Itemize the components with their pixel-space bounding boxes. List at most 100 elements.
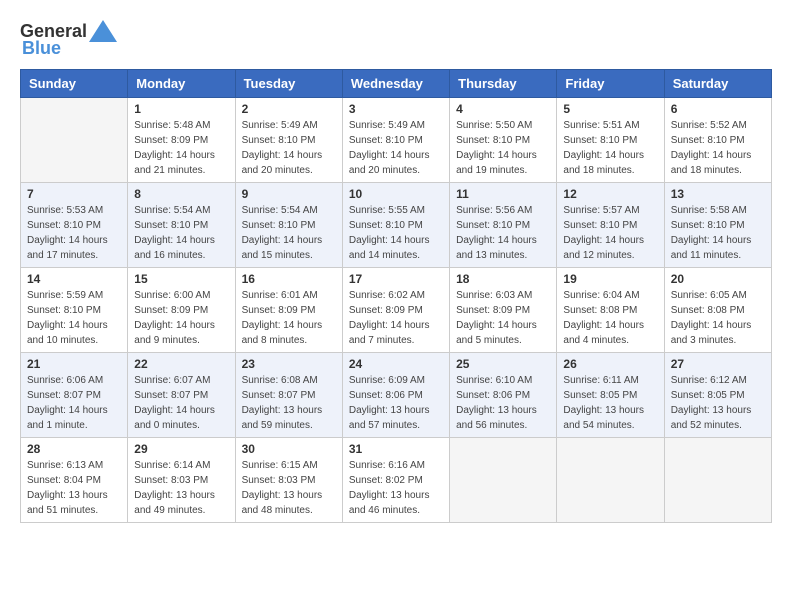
day-number: 18 [456, 272, 550, 286]
calendar-cell: 17Sunrise: 6:02 AM Sunset: 8:09 PM Dayli… [342, 268, 449, 353]
day-info: Sunrise: 6:04 AM Sunset: 8:08 PM Dayligh… [563, 288, 657, 348]
day-info: Sunrise: 5:48 AM Sunset: 8:09 PM Dayligh… [134, 118, 228, 178]
day-info: Sunrise: 6:03 AM Sunset: 8:09 PM Dayligh… [456, 288, 550, 348]
calendar-cell: 29 Sunrise: 6:14 AM Sunset: 8:03 PM Dayli… [128, 438, 235, 523]
calendar-cell [557, 438, 664, 523]
day-number: 5 [563, 102, 657, 116]
calendar-cell: 1 Sunrise: 5:48 AM Sunset: 8:09 PM Daylig… [128, 98, 235, 183]
calendar-cell: 15Sunrise: 6:00 AM Sunset: 8:09 PM Dayli… [128, 268, 235, 353]
calendar-cell: 22 Sunrise: 6:07 AM Sunset: 8:07 PM Dayli… [128, 353, 235, 438]
day-number: 7 [27, 187, 121, 201]
day-number: 11 [456, 187, 550, 201]
calendar-cell: 12 Sunrise: 5:57 AM Sunset: 8:10 PM Dayli… [557, 183, 664, 268]
calendar-cell [21, 98, 128, 183]
day-info: Sunrise: 5:57 AM Sunset: 8:10 PM Dayligh… [563, 203, 657, 263]
day-number: 29 [134, 442, 228, 456]
weekday-header: Thursday [450, 70, 557, 98]
calendar-cell: 5 Sunrise: 5:51 AM Sunset: 8:10 PM Daylig… [557, 98, 664, 183]
day-number: 22 [134, 357, 228, 371]
day-info: Sunrise: 5:49 AM Sunset: 8:10 PM Dayligh… [349, 118, 443, 178]
day-info: Sunrise: 6:11 AM Sunset: 8:05 PM Dayligh… [563, 373, 657, 433]
calendar-table: SundayMondayTuesdayWednesdayThursdayFrid… [20, 69, 772, 523]
day-number: 1 [134, 102, 228, 116]
day-info: Sunrise: 6:01 AM Sunset: 8:09 PM Dayligh… [242, 288, 336, 348]
day-info: Sunrise: 5:58 AM Sunset: 8:10 PM Dayligh… [671, 203, 765, 263]
day-info: Sunrise: 5:55 AM Sunset: 8:10 PM Dayligh… [349, 203, 443, 263]
day-info: Sunrise: 6:14 AM Sunset: 8:03 PM Dayligh… [134, 458, 228, 518]
day-number: 8 [134, 187, 228, 201]
day-number: 30 [242, 442, 336, 456]
calendar-cell: 20Sunrise: 6:05 AM Sunset: 8:08 PM Dayli… [664, 268, 771, 353]
calendar-week-row: 14 Sunrise: 5:59 AM Sunset: 8:10 PM Dayli… [21, 268, 772, 353]
calendar-cell: 3 Sunrise: 5:49 AM Sunset: 8:10 PM Daylig… [342, 98, 449, 183]
calendar-cell: 11 Sunrise: 5:56 AM Sunset: 8:10 PM Dayli… [450, 183, 557, 268]
day-number: 16 [242, 272, 336, 286]
day-info: Sunrise: 5:56 AM Sunset: 8:10 PM Dayligh… [456, 203, 550, 263]
calendar-cell: 28 Sunrise: 6:13 AM Sunset: 8:04 PM Dayli… [21, 438, 128, 523]
calendar-cell: 2 Sunrise: 5:49 AM Sunset: 8:10 PM Daylig… [235, 98, 342, 183]
day-number: 12 [563, 187, 657, 201]
logo-blue-text: Blue [22, 38, 61, 59]
day-number: 25 [456, 357, 550, 371]
day-info: Sunrise: 5:52 AM Sunset: 8:10 PM Dayligh… [671, 118, 765, 178]
day-number: 3 [349, 102, 443, 116]
day-number: 9 [242, 187, 336, 201]
calendar-week-row: 1 Sunrise: 5:48 AM Sunset: 8:09 PM Daylig… [21, 98, 772, 183]
day-info: Sunrise: 5:53 AM Sunset: 8:10 PM Dayligh… [27, 203, 121, 263]
day-info: Sunrise: 5:49 AM Sunset: 8:10 PM Dayligh… [242, 118, 336, 178]
calendar-cell: 18 Sunrise: 6:03 AM Sunset: 8:09 PM Dayli… [450, 268, 557, 353]
day-info: Sunrise: 5:59 AM Sunset: 8:10 PM Dayligh… [27, 288, 121, 348]
calendar-cell: 16 Sunrise: 6:01 AM Sunset: 8:09 PM Dayli… [235, 268, 342, 353]
day-info: Sunrise: 6:15 AM Sunset: 8:03 PM Dayligh… [242, 458, 336, 518]
calendar-cell: 26Sunrise: 6:11 AM Sunset: 8:05 PM Dayli… [557, 353, 664, 438]
calendar-cell: 23Sunrise: 6:08 AM Sunset: 8:07 PM Dayli… [235, 353, 342, 438]
day-number: 13 [671, 187, 765, 201]
day-number: 10 [349, 187, 443, 201]
day-info: Sunrise: 6:05 AM Sunset: 8:08 PM Dayligh… [671, 288, 765, 348]
calendar-cell: 4 Sunrise: 5:50 AM Sunset: 8:10 PM Daylig… [450, 98, 557, 183]
calendar-cell: 25 Sunrise: 6:10 AM Sunset: 8:06 PM Dayli… [450, 353, 557, 438]
day-number: 27 [671, 357, 765, 371]
day-number: 14 [27, 272, 121, 286]
day-info: Sunrise: 5:50 AM Sunset: 8:10 PM Dayligh… [456, 118, 550, 178]
page-header: General Blue [20, 20, 772, 59]
header-row: SundayMondayTuesdayWednesdayThursdayFrid… [21, 70, 772, 98]
day-info: Sunrise: 5:54 AM Sunset: 8:10 PM Dayligh… [242, 203, 336, 263]
day-info: Sunrise: 6:10 AM Sunset: 8:06 PM Dayligh… [456, 373, 550, 433]
calendar-cell: 21 Sunrise: 6:06 AM Sunset: 8:07 PM Dayli… [21, 353, 128, 438]
calendar-cell: 9 Sunrise: 5:54 AM Sunset: 8:10 PM Daylig… [235, 183, 342, 268]
day-info: Sunrise: 6:16 AM Sunset: 8:02 PM Dayligh… [349, 458, 443, 518]
calendar-cell: 10 Sunrise: 5:55 AM Sunset: 8:10 PM Dayli… [342, 183, 449, 268]
day-number: 4 [456, 102, 550, 116]
day-info: Sunrise: 5:54 AM Sunset: 8:10 PM Dayligh… [134, 203, 228, 263]
day-info: Sunrise: 6:12 AM Sunset: 8:05 PM Dayligh… [671, 373, 765, 433]
weekday-header: Monday [128, 70, 235, 98]
day-info: Sunrise: 6:13 AM Sunset: 8:04 PM Dayligh… [27, 458, 121, 518]
calendar-cell: 13 Sunrise: 5:58 AM Sunset: 8:10 PM Dayli… [664, 183, 771, 268]
day-info: Sunrise: 6:06 AM Sunset: 8:07 PM Dayligh… [27, 373, 121, 433]
day-number: 31 [349, 442, 443, 456]
calendar-cell: 24 Sunrise: 6:09 AM Sunset: 8:06 PM Dayli… [342, 353, 449, 438]
day-info: Sunrise: 6:07 AM Sunset: 8:07 PM Dayligh… [134, 373, 228, 433]
day-number: 6 [671, 102, 765, 116]
calendar-cell: 14 Sunrise: 5:59 AM Sunset: 8:10 PM Dayli… [21, 268, 128, 353]
calendar-week-row: 7 Sunrise: 5:53 AM Sunset: 8:10 PM Daylig… [21, 183, 772, 268]
day-number: 19 [563, 272, 657, 286]
day-info: Sunrise: 6:00 AM Sunset: 8:09 PM Dayligh… [134, 288, 228, 348]
day-info: Sunrise: 6:09 AM Sunset: 8:06 PM Dayligh… [349, 373, 443, 433]
calendar-cell: 27 Sunrise: 6:12 AM Sunset: 8:05 PM Dayli… [664, 353, 771, 438]
calendar-cell: 30 Sunrise: 6:15 AM Sunset: 8:03 PM Dayli… [235, 438, 342, 523]
weekday-header: Saturday [664, 70, 771, 98]
calendar-cell [664, 438, 771, 523]
calendar-cell [450, 438, 557, 523]
day-number: 21 [27, 357, 121, 371]
day-number: 28 [27, 442, 121, 456]
day-number: 17 [349, 272, 443, 286]
day-number: 24 [349, 357, 443, 371]
day-number: 2 [242, 102, 336, 116]
calendar-cell: 7 Sunrise: 5:53 AM Sunset: 8:10 PM Daylig… [21, 183, 128, 268]
day-info: Sunrise: 5:51 AM Sunset: 8:10 PM Dayligh… [563, 118, 657, 178]
weekday-header: Sunday [21, 70, 128, 98]
calendar-cell: 31 Sunrise: 6:16 AM Sunset: 8:02 PM Dayli… [342, 438, 449, 523]
calendar-week-row: 28 Sunrise: 6:13 AM Sunset: 8:04 PM Dayli… [21, 438, 772, 523]
